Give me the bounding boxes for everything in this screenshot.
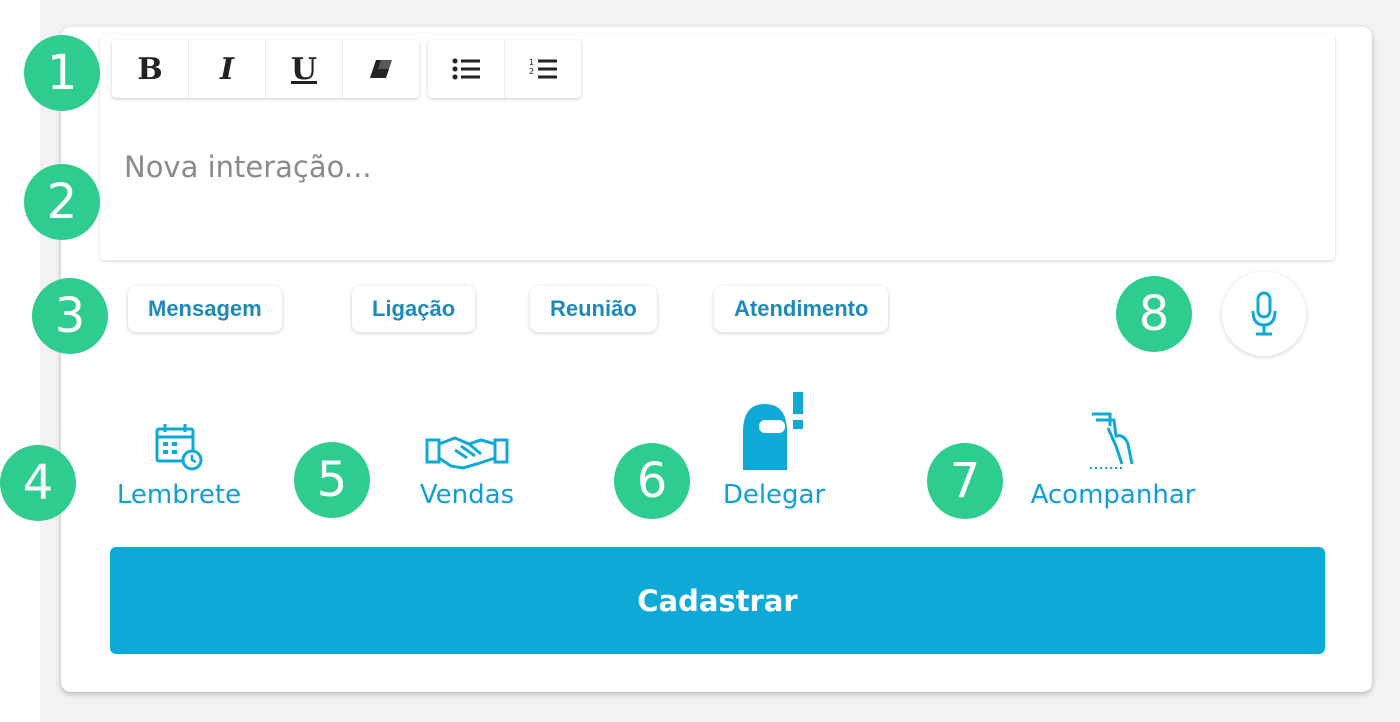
action-acompanhar-label: Acompanhar [1030,480,1196,510]
follow-hand-icon [1090,412,1134,469]
format-toolbar: B I U [112,40,419,98]
microphone-icon [1251,291,1277,336]
action-vendas-label: Vendas [419,480,515,510]
bold-button[interactable]: B [112,40,189,98]
annotation-badge-1: 1 [24,35,100,111]
bullet-list-icon [452,58,480,80]
delegate-icon [743,392,803,470]
microphone-button[interactable] [1222,272,1306,356]
chip-atendimento[interactable]: Atendimento [714,286,889,332]
annotation-badge-5: 5 [294,442,370,518]
annotation-badge-2: 2 [24,164,100,240]
annotation-badge-8: 8 [1116,276,1192,352]
calendar-clock-icon [155,424,203,471]
annotation-badge-3: 3 [32,278,108,354]
chip-mensagem[interactable]: Mensagem [128,286,282,332]
numbered-list-button[interactable]: 1 2 [505,40,581,98]
action-acompanhar[interactable]: Acompanhar [1018,392,1208,510]
editor-placeholder: Nova interação... [124,150,372,184]
annotation-badge-6: 6 [614,443,690,519]
chip-ligacao[interactable]: Ligação [352,286,476,332]
action-vendas[interactable]: Vendas [412,392,522,510]
bullet-list-button[interactable] [428,40,505,98]
clear-format-button[interactable] [343,40,419,98]
action-lembrete[interactable]: Lembrete [108,392,250,510]
handshake-icon [425,436,509,470]
annotation-badge-7: 7 [927,443,1003,519]
svg-text:2: 2 [529,67,534,76]
numbered-list-icon: 1 2 [529,58,557,79]
annotation-badge-4: 4 [0,445,76,521]
italic-button[interactable]: I [189,40,266,98]
svg-text:1: 1 [529,58,534,67]
cadastrar-button[interactable]: Cadastrar [110,547,1325,654]
action-delegar-label: Delegar [722,480,826,510]
underline-button[interactable]: U [266,40,343,98]
action-delegar[interactable]: Delegar [712,392,836,510]
eraser-icon [370,60,392,78]
chip-reuniao[interactable]: Reunião [530,286,657,332]
list-toolbar: 1 2 [428,40,581,98]
action-lembrete-label: Lembrete [116,480,242,510]
